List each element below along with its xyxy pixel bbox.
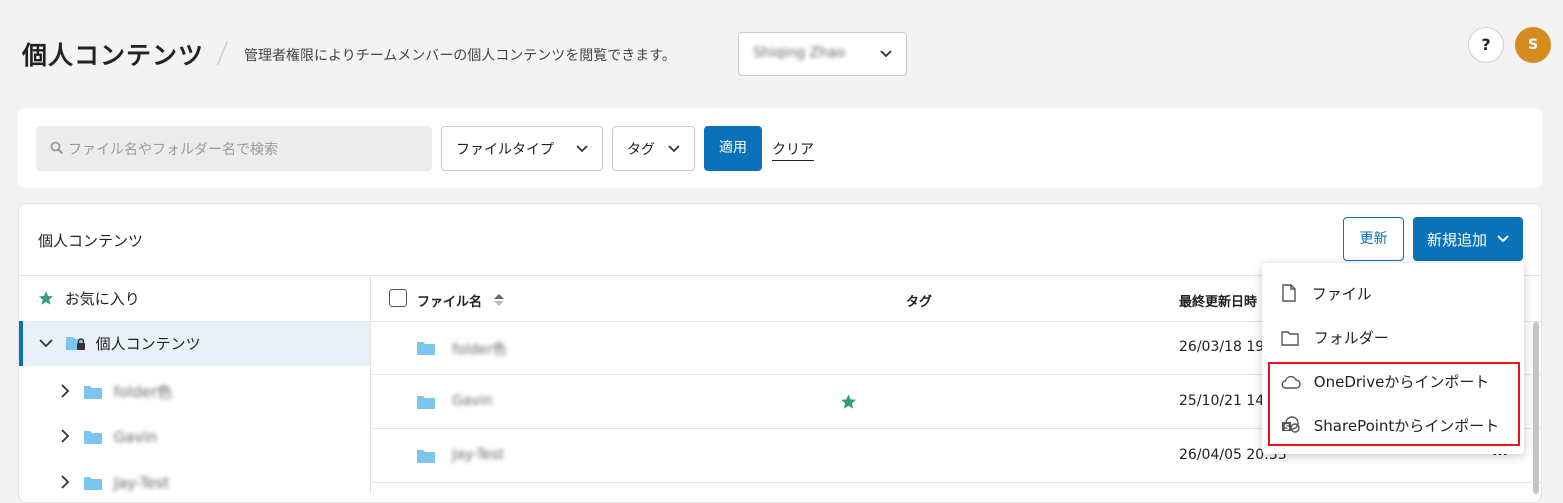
row-name[interactable]: Jay-Test: [452, 447, 504, 463]
folder-icon: [416, 394, 436, 414]
column-header-label: ファイル名: [417, 295, 483, 310]
sidebar-item-folder[interactable]: folder色: [58, 381, 172, 404]
folder-icon: [416, 448, 436, 468]
search-placeholder: ファイル名やフォルダー名で検索: [68, 142, 278, 158]
title-divider: [217, 40, 228, 66]
folder-icon: [416, 340, 436, 360]
tag-filter-label: タグ: [627, 142, 655, 158]
row-name[interactable]: Gavin: [452, 393, 492, 409]
row-updated: 26/03/18 19: [1179, 339, 1265, 355]
member-select[interactable]: Shiqing Zhao: [738, 32, 907, 76]
sidebar-item-label: Jay-Test: [113, 474, 170, 492]
chevron-right-icon[interactable]: [58, 474, 72, 494]
member-select-value: Shiqing Zhao: [753, 45, 846, 61]
page-title: 個人コンテンツ: [22, 41, 205, 70]
sidebar-item-label: Gavin: [113, 428, 157, 446]
row-name[interactable]: folder色: [452, 339, 507, 359]
chevron-right-icon[interactable]: [58, 383, 72, 403]
menu-item-label: ファイル: [1311, 285, 1372, 303]
column-header-name[interactable]: ファイル名: [417, 291, 505, 311]
menu-item-folder[interactable]: フォルダー: [1281, 327, 1389, 350]
locked-folder-icon: [65, 334, 87, 356]
add-new-button[interactable]: 新規追加: [1413, 217, 1523, 261]
help-button[interactable]: ?: [1468, 27, 1504, 63]
avatar[interactable]: S: [1515, 27, 1551, 63]
refresh-button[interactable]: 更新: [1343, 217, 1404, 261]
column-header-updated[interactable]: 最終更新日時: [1179, 291, 1257, 310]
sort-icon[interactable]: [493, 293, 505, 311]
chevron-down-icon: [666, 140, 682, 160]
row-updated: 25/10/21 14: [1179, 393, 1265, 409]
clear-link[interactable]: クリア: [772, 139, 814, 161]
star-icon: [38, 290, 54, 310]
file-type-dropdown[interactable]: ファイルタイプ: [441, 126, 603, 171]
chevron-down-icon: [878, 45, 894, 65]
sidebar-item-label: folder色: [113, 383, 173, 401]
folder-icon: [83, 429, 103, 449]
column-header-tag: タグ: [906, 295, 933, 310]
star-icon[interactable]: [840, 393, 857, 414]
search-icon: [50, 140, 64, 159]
sidebar-item-label: 個人コンテンツ: [95, 335, 201, 353]
page-subtitle: 管理者権限によりチームメンバーの個人コンテンツを閲覧できます。: [244, 48, 676, 64]
chevron-right-icon[interactable]: [58, 428, 72, 448]
folder-outline-icon: [1281, 330, 1299, 350]
add-new-label: 新規追加: [1427, 231, 1488, 249]
sidebar-item-root[interactable]: 個人コンテンツ: [38, 333, 201, 356]
select-all-checkbox[interactable]: [389, 289, 407, 307]
tag-dropdown[interactable]: タグ: [612, 126, 695, 171]
file-type-label: ファイルタイプ: [456, 142, 554, 158]
sidebar-item-folder[interactable]: Gavin: [58, 428, 157, 449]
search-input[interactable]: ファイル名やフォルダー名で検索: [36, 126, 432, 171]
chevron-down-icon: [1495, 230, 1511, 250]
menu-item-label: フォルダー: [1313, 329, 1389, 347]
import-options-highlight: [1268, 362, 1520, 446]
table-scrollbar[interactable]: [1533, 322, 1539, 494]
apply-button[interactable]: 適用: [704, 126, 762, 171]
file-icon: [1281, 284, 1297, 306]
chevron-down-icon[interactable]: [38, 335, 54, 355]
sidebar-item-folder[interactable]: Jay-Test: [58, 474, 169, 495]
row-divider: [371, 482, 1541, 483]
menu-item-file[interactable]: ファイル: [1281, 283, 1372, 306]
sidebar-item-label: お気に入り: [64, 290, 140, 308]
folder-icon: [83, 475, 103, 495]
folder-icon: [83, 384, 103, 404]
chevron-down-icon: [574, 140, 590, 160]
content-panel-title: 個人コンテンツ: [38, 232, 144, 250]
sidebar-item-favorites[interactable]: お気に入り: [38, 288, 140, 310]
